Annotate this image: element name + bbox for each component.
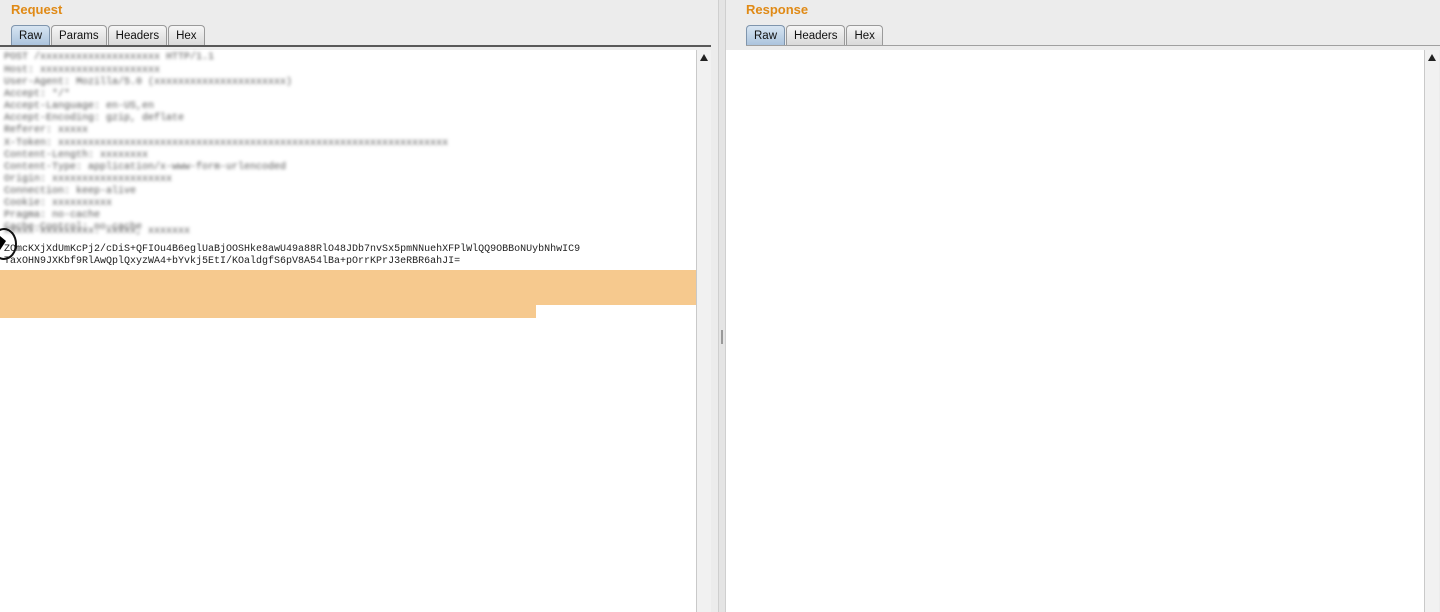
request-line: Origin: xxxxxxxxxxxxxxxxxxxx xyxy=(4,174,173,185)
request-line: Connection: keep-alive xyxy=(4,186,137,197)
response-tab-headers[interactable]: Headers xyxy=(786,25,846,46)
request-line: Cookie: xxxxxxxxxx xyxy=(4,198,113,209)
pane-splitter[interactable] xyxy=(718,0,726,612)
selection-highlight xyxy=(0,270,696,305)
request-scrollbar[interactable] xyxy=(696,50,711,612)
response-tab-divider xyxy=(746,45,1440,46)
response-pane: Response Raw Headers Hex xyxy=(726,0,1440,612)
request-tab-hex[interactable]: Hex xyxy=(168,25,205,46)
response-tabs: Raw Headers Hex xyxy=(746,25,884,46)
request-body-line-2: TaxOHN9JXKbf9RlAwQplQxyzWA4+bYvkj5EtI/KO… xyxy=(4,256,461,267)
scroll-up-icon[interactable] xyxy=(1428,54,1436,61)
request-body-line-1: ZOmcKXjXdUmKcPj2/cDiS+QFIOu4B6eglUaBjOOS… xyxy=(4,244,581,255)
request-line: Accept-Language: en-US,en xyxy=(4,101,155,112)
splitter-grip-icon xyxy=(721,330,723,344)
request-tab-raw[interactable]: Raw xyxy=(11,25,51,46)
request-line: Accept: */* xyxy=(4,89,71,100)
request-line-highlighted: Xxxxx-xxxxxxxxx: xxxxx, xxxxxxx xyxy=(4,226,191,237)
response-scrollbar[interactable] xyxy=(1424,50,1439,612)
request-tab-params[interactable]: Params xyxy=(51,25,107,46)
request-line: X-Token: xxxxxxxxxxxxxxxxxxxxxxxxxxxxxxx… xyxy=(4,138,449,149)
request-pane: Request Raw Params Headers Hex POST /xxx… xyxy=(0,0,718,612)
request-line: POST /xxxxxxxxxxxxxxxxxxxx HTTP/1.1 xyxy=(4,52,215,63)
request-editor[interactable]: POST /xxxxxxxxxxxxxxxxxxxx HTTP/1.1 Host… xyxy=(0,50,696,612)
mouse-pointer-icon xyxy=(0,236,6,250)
request-tabs: Raw Params Headers Hex xyxy=(11,25,206,46)
response-editor[interactable] xyxy=(726,50,1424,612)
response-tab-raw[interactable]: Raw xyxy=(746,25,786,46)
request-line: Content-Length: xxxxxxxx xyxy=(4,150,149,161)
request-line: Referer: xxxxx xyxy=(4,125,89,136)
request-line: Accept-Encoding: gzip, deflate xyxy=(4,113,185,124)
request-tab-divider xyxy=(0,45,711,47)
request-tab-headers[interactable]: Headers xyxy=(107,25,168,46)
request-title: Request xyxy=(11,2,63,17)
response-title: Response xyxy=(746,2,809,17)
request-line: Host: xxxxxxxxxxxxxxxxxxxx xyxy=(4,65,161,76)
request-line: Content-Type: application/x-www-form-url… xyxy=(4,162,287,173)
selection-highlight-tail xyxy=(0,305,536,318)
response-tab-hex[interactable]: Hex xyxy=(846,25,883,46)
request-line: Pragma: no-cache xyxy=(4,210,101,221)
request-line: User-Agent: Mozilla/5.0 (xxxxxxxxxxxxxxx… xyxy=(4,77,293,88)
scroll-up-icon[interactable] xyxy=(700,54,708,61)
